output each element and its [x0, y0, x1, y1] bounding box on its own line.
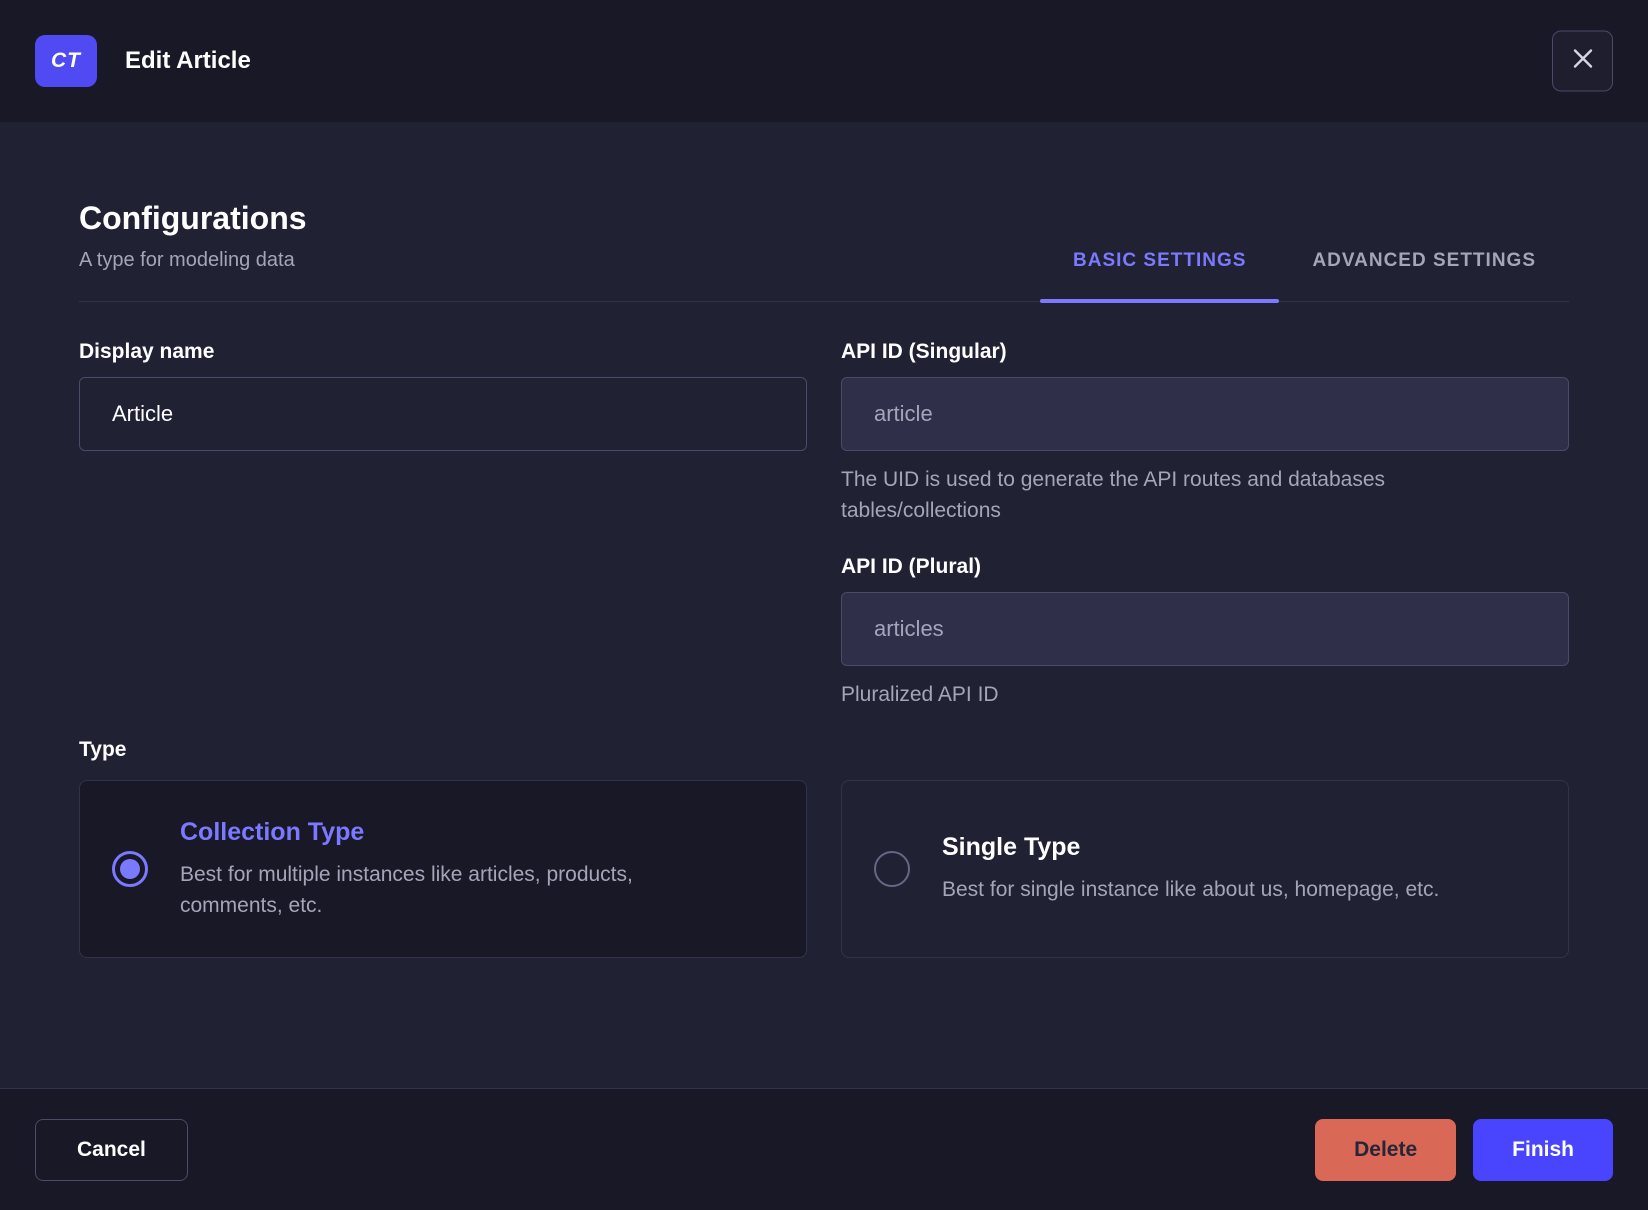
display-name-label: Display name [79, 340, 215, 363]
single-type-text: Single Type Best for single instance lik… [942, 833, 1439, 905]
close-button[interactable] [1552, 30, 1613, 92]
configurations-header-row: Configurations A type for modeling data … [79, 200, 1569, 303]
single-type-description: Best for single instance like about us, … [942, 878, 1440, 901]
api-id-singular-helper: The UID is used to generate the API rout… [841, 468, 1386, 522]
cancel-button[interactable]: Cancel [35, 1118, 188, 1181]
api-id-plural-label: API ID (Plural) [841, 555, 982, 578]
type-label: Type [79, 738, 127, 761]
edit-content-type-modal: CT Edit Article Configurations A type fo… [0, 0, 1648, 1210]
single-type-radio[interactable] [874, 851, 910, 887]
finish-button[interactable]: Finish [1473, 1118, 1613, 1181]
configurations-heading: Configurations A type for modeling data [79, 200, 307, 301]
collection-type-card[interactable]: Collection Type Best for multiple instan… [79, 780, 807, 958]
collection-type-text: Collection Type Best for multiple instan… [180, 818, 738, 921]
api-id-plural-input [841, 592, 1569, 666]
right-column: API ID (Singular) The UID is used to gen… [841, 340, 1569, 710]
display-name-field: Display name [79, 340, 807, 451]
type-section: Type Collection Type Best for multiple i… [79, 738, 1569, 958]
collection-type-description: Best for multiple instances like article… [180, 862, 633, 917]
configuration-form: Display name API ID (Singular) The UID i… [79, 340, 1569, 710]
api-id-plural-helper: Pluralized API ID [841, 683, 999, 706]
collection-type-title: Collection Type [180, 817, 365, 846]
content-type-badge: CT [35, 35, 97, 87]
close-icon [1569, 45, 1597, 78]
api-id-singular-input [841, 377, 1569, 451]
content-type-badge-label: CT [51, 49, 81, 72]
single-type-card[interactable]: Single Type Best for single instance lik… [841, 780, 1569, 958]
api-id-plural-field: API ID (Plural) Pluralized API ID [841, 555, 1569, 710]
modal-footer: Cancel Delete Finish [0, 1088, 1648, 1210]
modal-title: Edit Article [125, 47, 251, 74]
tab-basic-settings[interactable]: BASIC SETTINGS [1040, 250, 1280, 303]
collection-type-radio[interactable] [112, 851, 148, 887]
modal-header: CT Edit Article [0, 0, 1648, 122]
delete-button[interactable]: Delete [1315, 1118, 1457, 1181]
left-column: Display name [79, 340, 807, 451]
single-type-title: Single Type [942, 833, 1081, 861]
display-name-input[interactable] [79, 377, 807, 451]
api-id-singular-field: API ID (Singular) The UID is used to gen… [841, 340, 1569, 526]
settings-tabs: BASIC SETTINGS ADVANCED SETTINGS [1040, 250, 1569, 303]
modal-body: Configurations A type for modeling data … [0, 122, 1648, 1088]
type-options: Collection Type Best for multiple instan… [79, 780, 1569, 958]
tab-advanced-settings[interactable]: ADVANCED SETTINGS [1279, 250, 1569, 301]
api-id-singular-label: API ID (Singular) [841, 340, 1007, 363]
page-title: Configurations [79, 200, 307, 236]
page-subtitle: A type for modeling data [79, 249, 295, 271]
